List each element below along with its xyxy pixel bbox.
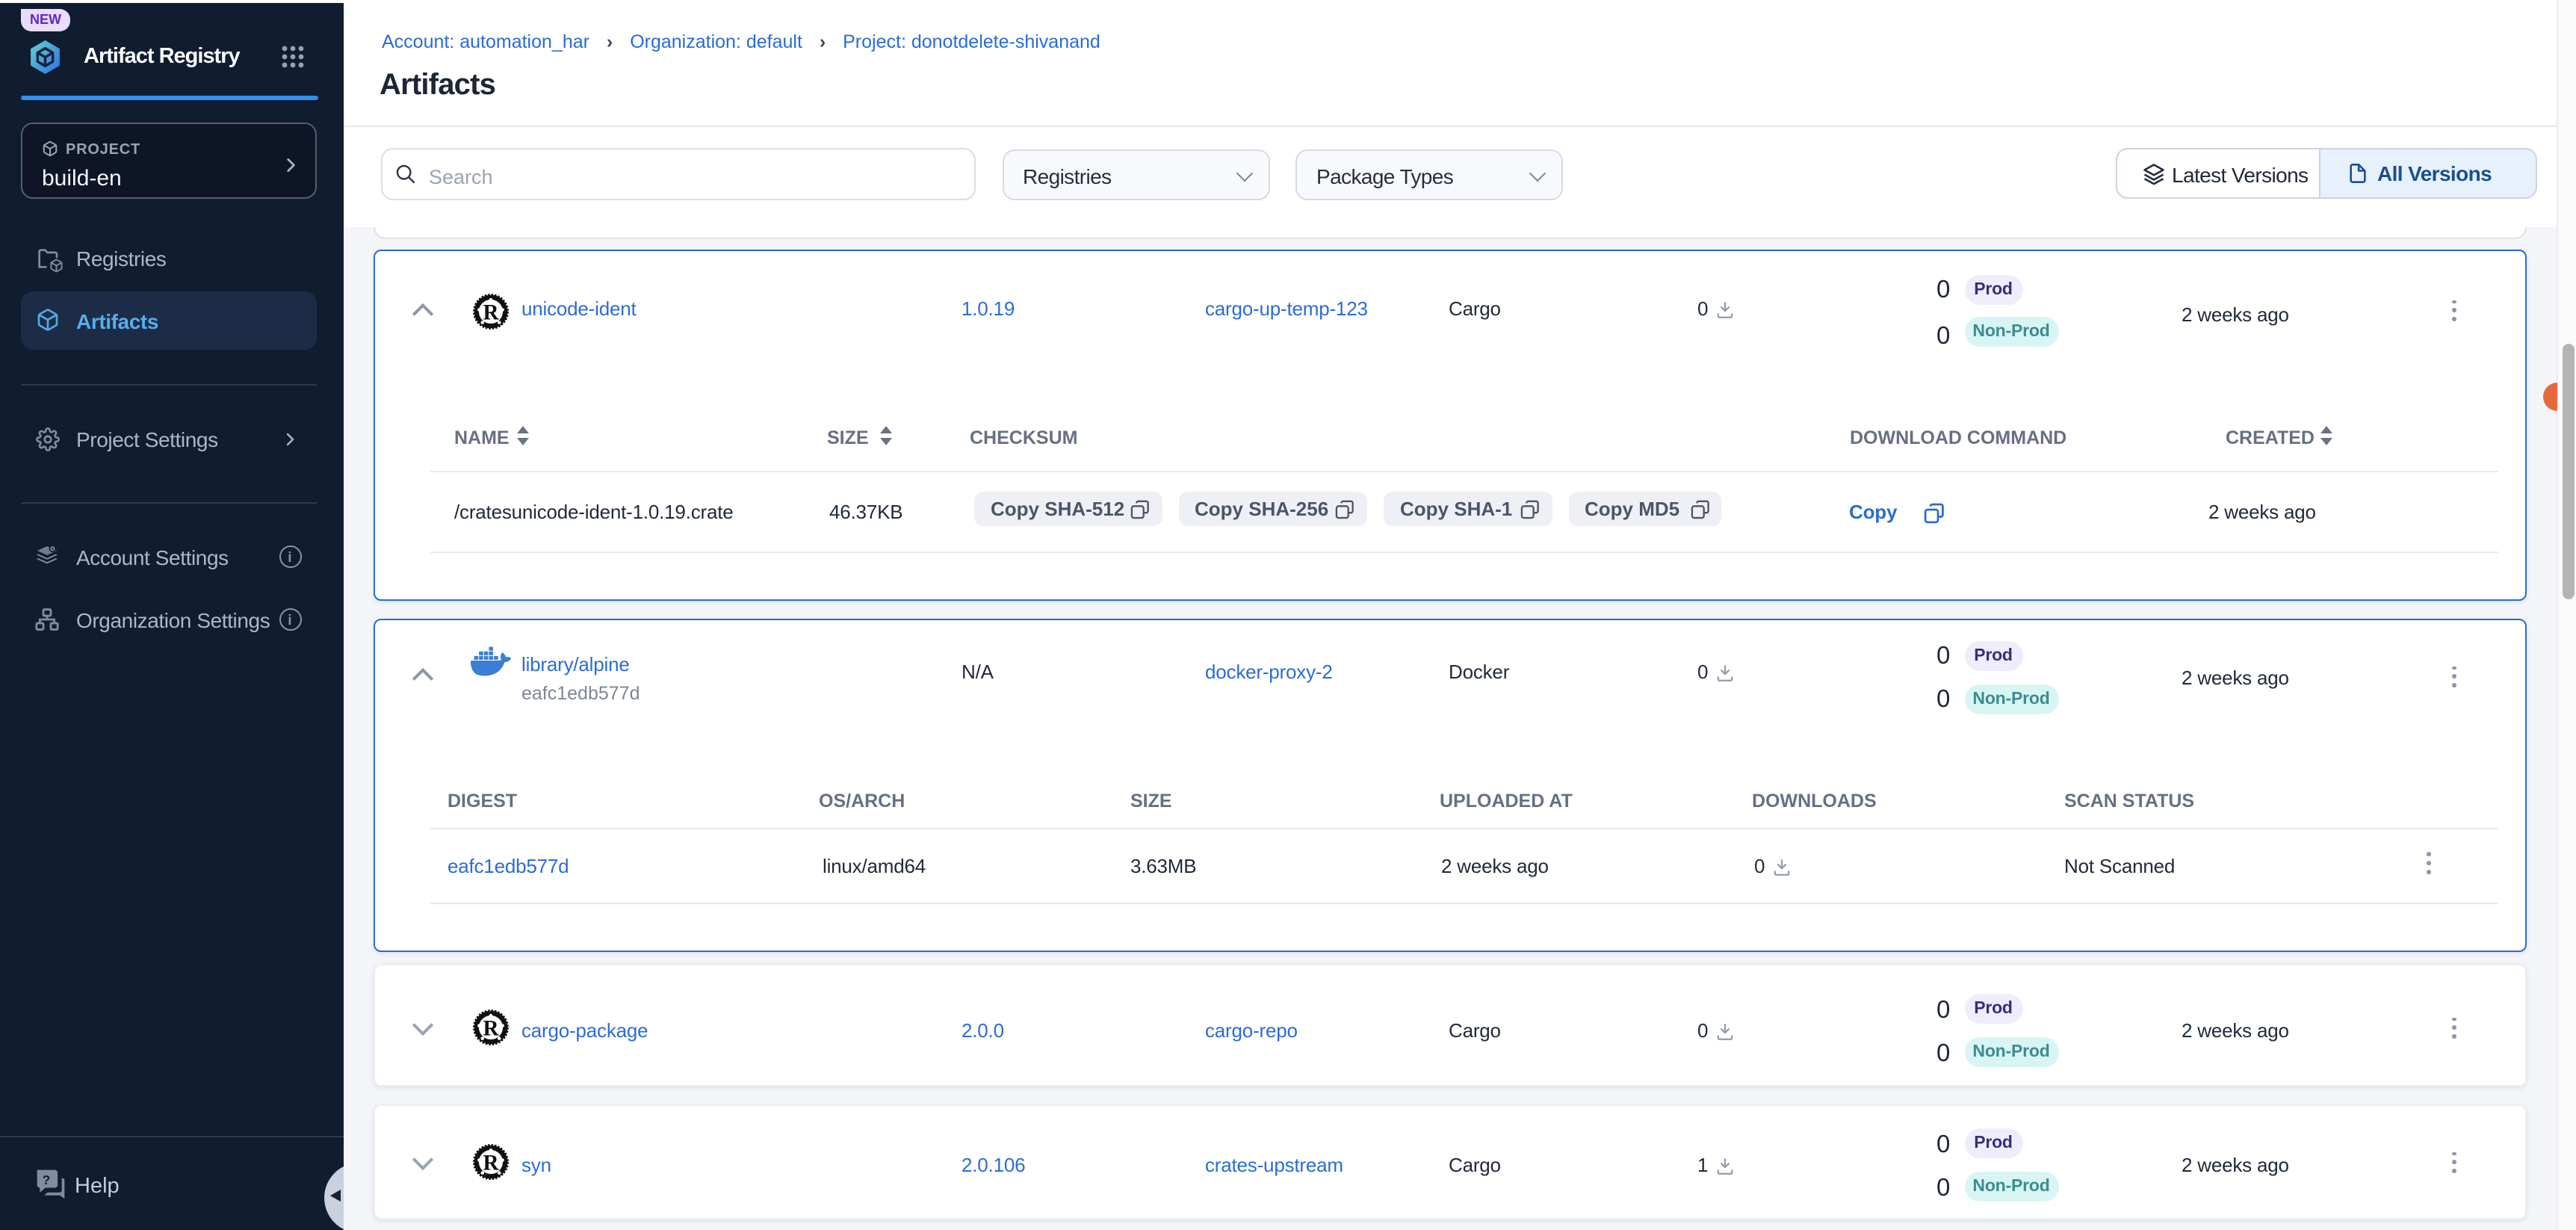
svg-text:R: R	[482, 1151, 498, 1175]
svg-text:R: R	[482, 1016, 498, 1040]
svg-text:?: ?	[43, 1172, 51, 1187]
svg-text:R: R	[482, 300, 498, 324]
